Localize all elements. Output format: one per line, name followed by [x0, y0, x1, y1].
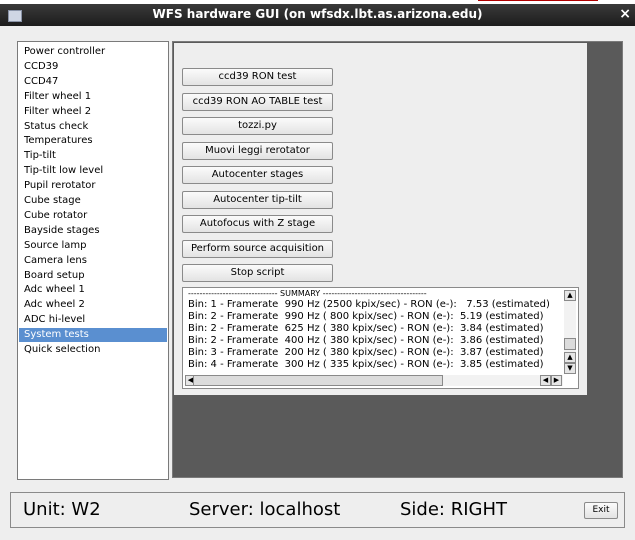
sidebar-list[interactable]: Power controller CCD39 CCD47 Filter wheel 1…	[17, 41, 169, 480]
summary-textarea[interactable]: ------------------------------- SUMMARY …	[182, 287, 579, 389]
sidebar-item-tip-tilt-low-level[interactable]: Tip-tilt low level	[19, 164, 167, 178]
scroll-up-icon[interactable]: ▲	[564, 352, 576, 363]
server-label: Server: localhost	[189, 499, 341, 520]
scroll-up-icon[interactable]: ▲	[564, 290, 576, 301]
horizontal-scrollbar[interactable]: ◀ ◀ ▶	[185, 375, 563, 386]
scroll-right-icon[interactable]: ▶	[551, 375, 562, 386]
ccd39-ron-test-button[interactable]: ccd39 RON test	[182, 68, 333, 86]
sidebar-item-adc-wheel-1[interactable]: Adc wheel 1	[19, 283, 167, 297]
sidebar-item-camera-lens[interactable]: Camera lens	[19, 254, 167, 268]
sidebar-item-source-lamp[interactable]: Source lamp	[19, 239, 167, 253]
summary-line: Bin: 2 - Framerate 990 Hz ( 800 kpix/sec…	[188, 311, 544, 322]
status-bar: Unit: W2 Server: localhost Side: RIGHT E…	[10, 492, 625, 528]
sidebar-item-system-tests[interactable]: System tests	[19, 328, 167, 343]
autocenter-stages-button[interactable]: Autocenter stages	[182, 166, 333, 184]
sidebar-item-pupil-rerotator[interactable]: Pupil rerotator	[19, 179, 167, 193]
sidebar-item-board-setup[interactable]: Board setup	[19, 269, 167, 283]
stop-script-button[interactable]: Stop script	[182, 264, 333, 282]
summary-line: Bin: 2 - Framerate 400 Hz ( 380 kpix/sec…	[188, 335, 544, 346]
system-tests-panel: ccd39 RON test ccd39 RON AO TABLE test toz…	[172, 41, 623, 478]
summary-line: Bin: 1 - Framerate 990 Hz (2500 kpix/sec…	[188, 299, 550, 310]
sidebar-item-filter-wheel-2[interactable]: Filter wheel 2	[19, 105, 167, 119]
autofocus-with-z-stage-button[interactable]: Autofocus with Z stage	[182, 215, 333, 233]
sidebar-item-temperatures[interactable]: Temperatures	[19, 134, 167, 148]
scroll-down-icon[interactable]: ▼	[564, 363, 576, 374]
sidebar-item-cube-rotator[interactable]: Cube rotator	[19, 209, 167, 223]
sidebar-item-ccd47[interactable]: CCD47	[19, 75, 167, 89]
unit-label: Unit: W2	[23, 499, 101, 520]
close-icon[interactable]: ×	[619, 6, 631, 22]
title-bar[interactable]: WFS hardware GUI (on wfsdx.lbt.as.arizon…	[0, 4, 635, 26]
muovi-leggi-rerotator-button[interactable]: Muovi leggi rerotator	[182, 141, 333, 160]
window-title: WFS hardware GUI (on wfsdx.lbt.as.arizon…	[152, 7, 483, 21]
vertical-scrollbar[interactable]: ▲ ▲ ▼	[564, 290, 576, 374]
autocenter-tip-tilt-button[interactable]: Autocenter tip-tilt	[182, 190, 333, 209]
tests-content: ccd39 RON test ccd39 RON AO TABLE test toz…	[174, 43, 587, 395]
summary-line: Bin: 4 - Framerate 300 Hz ( 335 kpix/sec…	[188, 359, 544, 370]
summary-line: Bin: 3 - Framerate 200 Hz ( 380 kpix/sec…	[188, 347, 544, 358]
sidebar-item-cube-stage[interactable]: Cube stage	[19, 194, 167, 208]
exit-button[interactable]: Exit	[584, 502, 618, 519]
sidebar-item-adc-hi-level[interactable]: ADC hi-level	[19, 313, 167, 327]
sidebar-item-filter-wheel-1[interactable]: Filter wheel 1	[19, 90, 167, 104]
horizontal-scroll-thumb[interactable]	[193, 375, 443, 386]
tozzi-py-button[interactable]: tozzi.py	[182, 117, 333, 135]
ccd39-ron-ao-table-test-button[interactable]: ccd39 RON AO TABLE test	[182, 92, 333, 111]
sidebar-item-ccd39[interactable]: CCD39	[19, 60, 167, 74]
sidebar-item-status-check[interactable]: Status check	[19, 120, 167, 134]
summary-line: Bin: 2 - Framerate 625 Hz ( 380 kpix/sec…	[188, 323, 544, 334]
scroll-left-icon[interactable]: ◀	[540, 375, 551, 386]
summary-text: ------------------------------- SUMMARY …	[188, 289, 558, 373]
perform-source-acquisition-button[interactable]: Perform source acquisition	[182, 239, 333, 258]
top-accent-line	[478, 0, 598, 1]
sidebar-item-tip-tilt[interactable]: Tip-tilt	[19, 149, 167, 163]
sidebar-item-power-controller[interactable]: Power controller	[19, 45, 167, 59]
side-label: Side: RIGHT	[400, 499, 508, 520]
sidebar-item-adc-wheel-2[interactable]: Adc wheel 2	[19, 298, 167, 312]
sidebar-item-quick-selection[interactable]: Quick selection	[19, 343, 167, 357]
sidebar-item-bayside-stages[interactable]: Bayside stages	[19, 224, 167, 238]
vertical-scroll-thumb[interactable]	[564, 338, 576, 350]
main-window: Power controller CCD39 CCD47 Filter wheel 1…	[0, 26, 635, 540]
summary-header: ------------------------------- SUMMARY …	[188, 289, 427, 298]
